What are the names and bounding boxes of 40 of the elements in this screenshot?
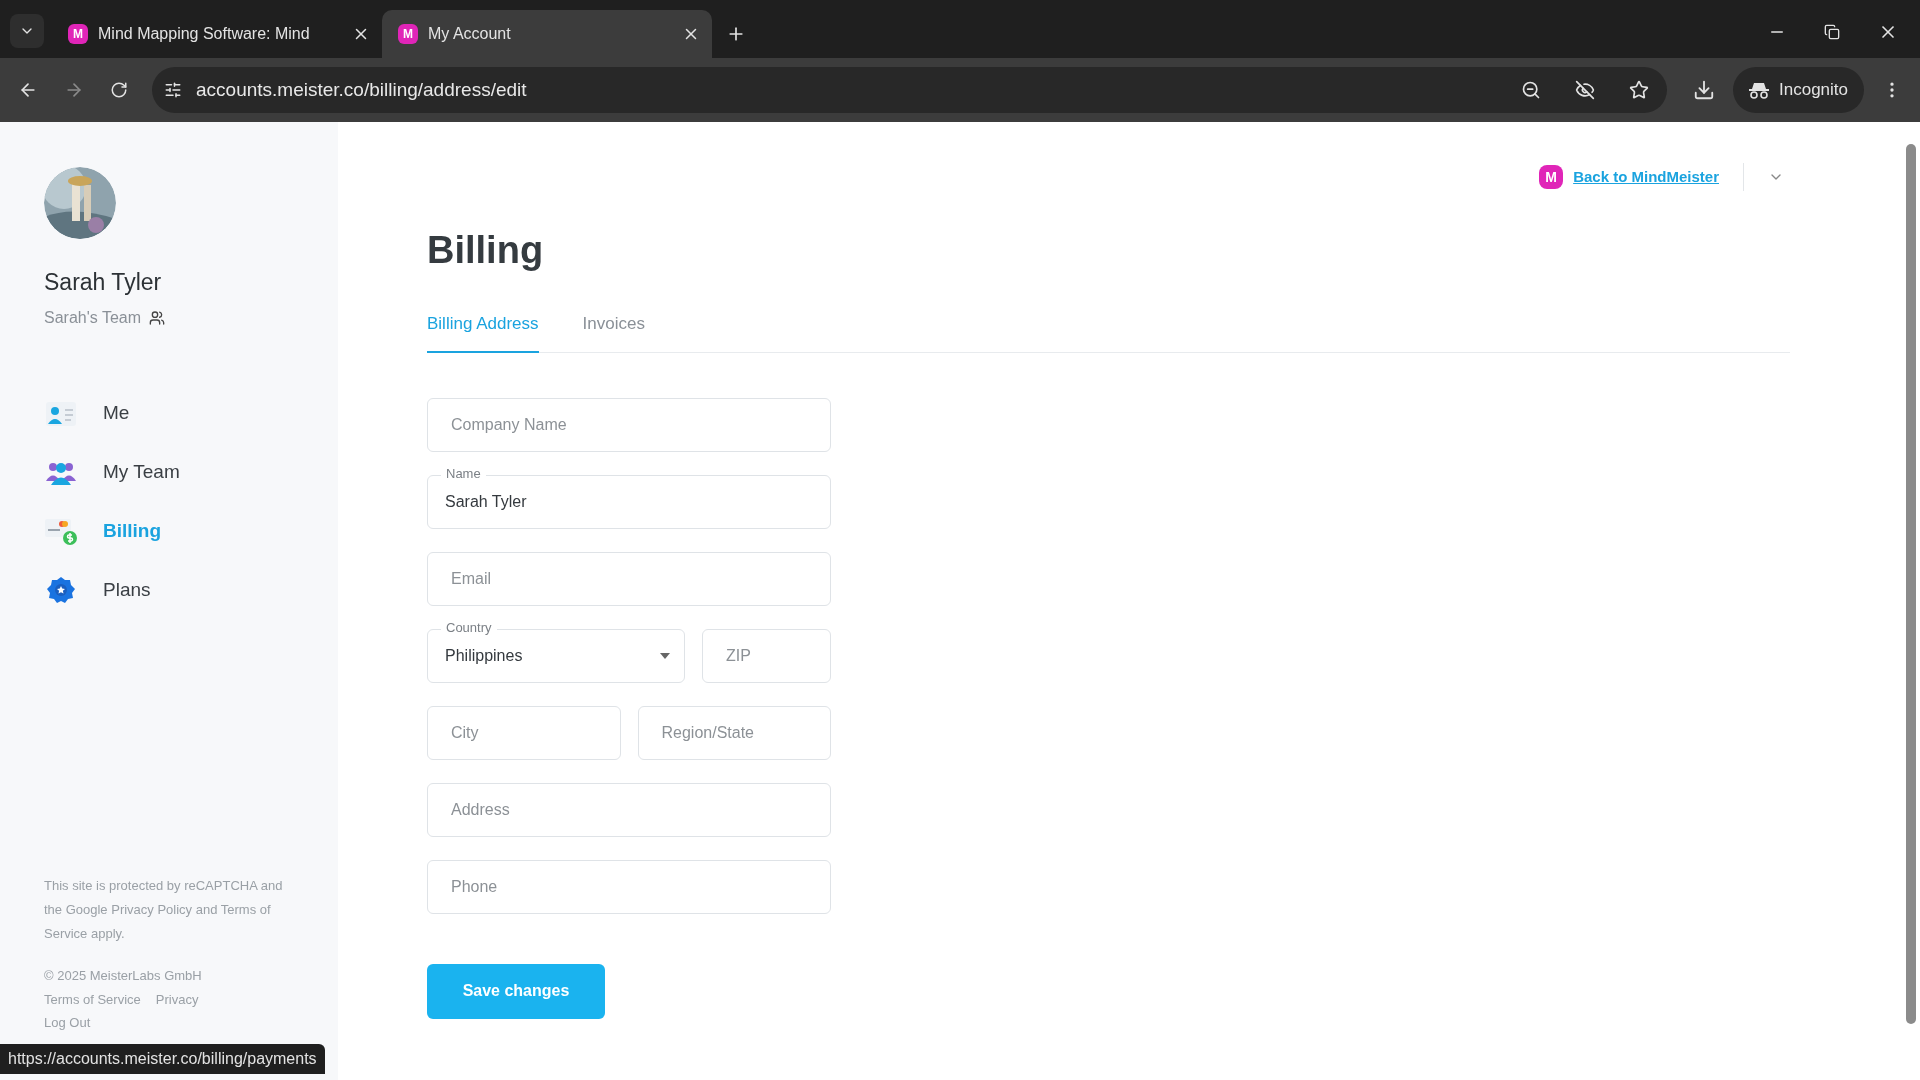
zoom-icon[interactable]	[1521, 80, 1541, 100]
status-url: https://accounts.meister.co/billing/payments	[0, 1044, 325, 1074]
app-logo: M	[1539, 165, 1564, 189]
site-settings-icon[interactable]	[164, 81, 182, 99]
page-title: Billing	[427, 228, 545, 272]
url-text: accounts.meister.co/billing/address/edit	[196, 77, 528, 102]
browser-tab[interactable]: M My Account	[382, 10, 712, 58]
tab-title: My Account	[428, 24, 512, 44]
input-field[interactable]: City	[427, 705, 621, 760]
favicon: M	[68, 24, 88, 44]
restore-icon[interactable]	[1824, 24, 1840, 40]
user-name: Sarah Tyler	[44, 268, 163, 297]
recaptcha-note: This site is protected by reCAPTCHA and the Google Privacy Policy and Terms of Service apply.	[44, 877, 284, 943]
tab-title: Mind Mapping Software: Mind	[98, 24, 311, 44]
team-name: Sarah's Team	[44, 307, 142, 328]
input-field[interactable]: Email	[427, 551, 831, 606]
input-field[interactable]: Address	[427, 782, 831, 837]
download-icon[interactable]	[1693, 79, 1715, 101]
sidebar-item[interactable]: Me	[44, 397, 338, 429]
copyright: © 2025 MeisterLabs GmbH	[44, 967, 203, 985]
badge-star-icon	[44, 575, 78, 605]
dropdown-caret-icon	[660, 652, 670, 659]
input-field[interactable]: Company Name	[427, 397, 831, 452]
input-field[interactable]: Phone	[427, 859, 831, 914]
bookmark-star-icon[interactable]	[1629, 80, 1649, 100]
tab-list-button[interactable]	[10, 14, 44, 48]
eye-off-icon[interactable]	[1575, 80, 1595, 100]
reload-icon[interactable]	[110, 81, 128, 99]
incognito-icon	[1749, 81, 1769, 99]
favicon: M	[398, 24, 418, 44]
input-field[interactable]: Region/State	[637, 705, 831, 760]
incognito-chip[interactable]: Incognito	[1733, 67, 1864, 113]
team-icon	[149, 309, 166, 326]
profile-label: Incognito	[1779, 79, 1848, 102]
browser-tab[interactable]: M Mind Mapping Software: Mind	[52, 10, 382, 58]
input-field[interactable]: ZIP	[702, 628, 831, 683]
sidebar-item[interactable]: My Team	[44, 456, 338, 488]
sidebar-item[interactable]: Plans	[44, 574, 338, 606]
address-bar[interactable]: accounts.meister.co/billing/address/edit	[152, 67, 1667, 113]
card-payment-icon	[44, 516, 78, 546]
